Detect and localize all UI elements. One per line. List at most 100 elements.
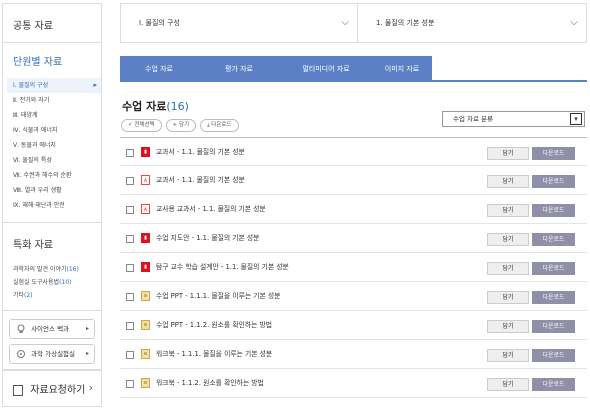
select-all-label: 전체선택 <box>134 122 155 128</box>
special-item-label: 실험실 도구사용법 <box>13 279 60 286</box>
material-tabs: 수업 자료 평가 자료 멀티미디어 자료 이미지 자료 <box>120 56 587 82</box>
sidebar-unit-item[interactable]: Ⅶ. 수권과 해수의 순환 <box>13 168 101 183</box>
download-selected-button[interactable]: ⤓ 다운로드 <box>200 119 239 132</box>
sidebar-common[interactable]: 공통 자료 <box>2 3 102 43</box>
breadcrumb-level1-dropdown[interactable]: Ⅰ. 물질의 구성 ⌵ <box>121 4 358 42</box>
sidebar-unit-item[interactable]: Ⅳ. 식물과 에너지 <box>13 123 101 138</box>
download-button[interactable]: 다운로드 <box>532 378 575 391</box>
add-button[interactable]: 담기 <box>487 204 529 217</box>
material-title[interactable]: 수업 PPT - 1.1.1. 물질을 이루는 기본 성분 <box>156 282 280 311</box>
download-button[interactable]: 다운로드 <box>532 204 575 217</box>
special-item-count: (16) <box>66 266 79 273</box>
chevron-down-icon: ⌵ <box>341 17 349 28</box>
material-title[interactable]: 워크북 - 1.1.1. 물질을 이루는 기본 성분 <box>156 340 272 369</box>
row-checkbox[interactable] <box>126 380 134 388</box>
sidebar-unit-item[interactable]: Ⅷ. 열과 우리 생활 <box>13 183 101 198</box>
download-button[interactable]: 다운로드 <box>532 320 575 333</box>
row-checkbox[interactable] <box>126 351 134 359</box>
special-item-count: (2) <box>24 292 33 299</box>
breadcrumb-level2-label: 1. 물질의 기본 성분 <box>376 19 435 27</box>
sidebar-special-section: 특화 자료 과학자의 발견 이야기(16) 실험실 도구사용법(10) 기타(2) <box>2 222 102 311</box>
sidebar-unit-item[interactable]: Ⅰ. 물질의 구성 <box>7 78 101 93</box>
row-checkbox[interactable] <box>126 322 134 330</box>
material-row: ⋏ 교사용 교과서 - 1.1. 물질의 기본 성분 담기 다운로드 <box>120 195 587 224</box>
download-button[interactable]: 다운로드 <box>532 291 575 304</box>
add-selected-button[interactable]: + 담기 <box>165 119 197 132</box>
material-title[interactable]: 교과서 - 1.1. 물질의 기본 성분 <box>156 138 245 167</box>
add-button[interactable]: 담기 <box>487 378 529 391</box>
sidebar-unit-section: 단원별 자료 Ⅰ. 물질의 구성Ⅱ. 전기와 자기Ⅲ. 태양계Ⅳ. 식물과 에너… <box>2 42 102 223</box>
material-title[interactable]: 수업 PPT - 1.1.2. 원소를 확인하는 방법 <box>156 311 272 340</box>
material-title[interactable]: 워크북 - 1.1.2. 원소를 확인하는 방법 <box>156 369 264 398</box>
sidebar-unit-item[interactable]: Ⅴ. 동물과 에너지 <box>13 138 101 153</box>
list-title: 수업 자료(16) <box>122 98 189 114</box>
list-count: (16) <box>166 100 189 113</box>
row-checkbox[interactable] <box>126 293 134 301</box>
sidebar-unit-item[interactable]: Ⅸ. 재해·재난과 안전 <box>13 198 101 213</box>
material-list: ▮ 교과서 - 1.1. 물질의 기본 성분 담기 다운로드 ⋏ 교과서 - 1.1. 물… <box>120 137 587 398</box>
ppt-icon: ≡ <box>141 349 150 359</box>
select-all-button[interactable]: ✓ 전체선택 <box>121 119 162 132</box>
row-checkbox[interactable] <box>126 264 134 272</box>
special-item[interactable]: 실험실 도구사용법(10) <box>13 276 101 289</box>
list-title-text: 수업 자료 <box>122 100 167 113</box>
material-title[interactable]: 탐구 교수 학습 설계안 - 1.1. 물질의 기본 성분 <box>156 253 289 282</box>
virtual-lab-label: 과학 가상실험실 <box>31 350 76 358</box>
sidebar-unit-item[interactable]: Ⅲ. 태양계 <box>13 108 101 123</box>
row-checkbox[interactable] <box>126 206 134 214</box>
material-row: ▮ 수업 지도안 - 1.1. 물질의 기본 성분 담기 다운로드 <box>120 224 587 253</box>
request-material-button[interactable]: 자료요청하기 › <box>2 370 102 407</box>
material-category-select[interactable]: 수업 자료 분류 ▾ <box>442 111 585 127</box>
download-button[interactable]: 다운로드 <box>532 262 575 275</box>
ppt-icon: ≡ <box>141 378 150 388</box>
add-button[interactable]: 담기 <box>487 349 529 362</box>
row-checkbox[interactable] <box>126 177 134 185</box>
virtual-lab-button[interactable]: 과학 가상실험실 ▸ <box>9 344 95 364</box>
sidebar: 공통 자료 단원별 자료 Ⅰ. 물질의 구성Ⅱ. 전기와 자기Ⅲ. 태양계Ⅳ. … <box>0 0 104 411</box>
material-title[interactable]: 교과서 - 1.1. 물질의 기본 성분 <box>156 166 245 195</box>
ppt-icon: ≡ <box>141 320 150 330</box>
tab-lesson-material[interactable]: 수업 자료 <box>120 56 198 82</box>
add-button[interactable]: 담기 <box>487 147 529 160</box>
sidebar-unit-item[interactable]: Ⅵ. 물질의 특성 <box>13 153 101 168</box>
row-checkbox[interactable] <box>126 149 134 157</box>
material-row: ▮ 탐구 교수 학습 설계안 - 1.1. 물질의 기본 성분 담기 다운로드 <box>120 253 587 282</box>
add-button[interactable]: 담기 <box>487 175 529 188</box>
material-title[interactable]: 교사용 교과서 - 1.1. 물질의 기본 성분 <box>156 195 266 224</box>
sidebar-unit-title[interactable]: 단원별 자료 <box>13 53 101 68</box>
material-row: ≡ 워크북 - 1.1.2. 원소를 확인하는 방법 담기 다운로드 <box>120 369 587 398</box>
sidebar-unit-item[interactable]: Ⅱ. 전기와 자기 <box>13 93 101 108</box>
breadcrumb: Ⅰ. 물질의 구성 ⌵ 1. 물질의 기본 성분 ⌵ <box>120 3 587 43</box>
material-row: ▮ 교과서 - 1.1. 물질의 기본 성분 담기 다운로드 <box>120 137 587 166</box>
sidebar-links: 사이언스 백과 ▸ 과학 가상실험실 ▸ <box>2 310 102 370</box>
special-item[interactable]: 과학자의 발견 이야기(16) <box>13 263 101 276</box>
special-item-label: 과학자의 발견 이야기 <box>13 266 67 273</box>
special-item-count: (10) <box>59 279 72 286</box>
tab-image-material[interactable]: 이미지 자료 <box>372 56 432 82</box>
pdf-icon: ⋏ <box>141 175 150 185</box>
ppt-icon: ≡ <box>141 291 150 301</box>
download-button[interactable]: 다운로드 <box>532 233 575 246</box>
chevron-right-icon: › <box>88 381 93 394</box>
row-checkbox[interactable] <box>126 235 134 243</box>
download-button[interactable]: 다운로드 <box>532 349 575 362</box>
add-button[interactable]: 담기 <box>487 262 529 275</box>
science-encyclopedia-button[interactable]: 사이언스 백과 ▸ <box>9 319 95 339</box>
chevron-right-icon: ▸ <box>85 350 89 357</box>
tab-multimedia-material[interactable]: 멀티미디어 자료 <box>280 56 372 82</box>
material-row: ≡ 수업 PPT - 1.1.2. 원소를 확인하는 방법 담기 다운로드 <box>120 311 587 340</box>
special-item-label: 기타 <box>13 292 25 299</box>
download-button[interactable]: 다운로드 <box>532 175 575 188</box>
page: 공통 자료 단원별 자료 Ⅰ. 물질의 구성Ⅱ. 전기와 자기Ⅲ. 태양계Ⅳ. … <box>0 0 590 411</box>
tab-assessment-material[interactable]: 평가 자료 <box>198 56 280 82</box>
add-button[interactable]: 담기 <box>487 320 529 333</box>
material-title[interactable]: 수업 지도안 - 1.1. 물질의 기본 성분 <box>156 224 259 253</box>
breadcrumb-level2-dropdown[interactable]: 1. 물질의 기본 성분 ⌵ <box>358 4 586 42</box>
special-list: 과학자의 발견 이야기(16) 실험실 도구사용법(10) 기타(2) <box>13 263 101 302</box>
download-button[interactable]: 다운로드 <box>532 147 575 160</box>
chevron-down-icon: ▾ <box>570 113 582 125</box>
add-button[interactable]: 담기 <box>487 233 529 246</box>
special-item[interactable]: 기타(2) <box>13 289 101 302</box>
science-encyclopedia-label: 사이언스 백과 <box>31 325 70 333</box>
add-button[interactable]: 담기 <box>487 291 529 304</box>
